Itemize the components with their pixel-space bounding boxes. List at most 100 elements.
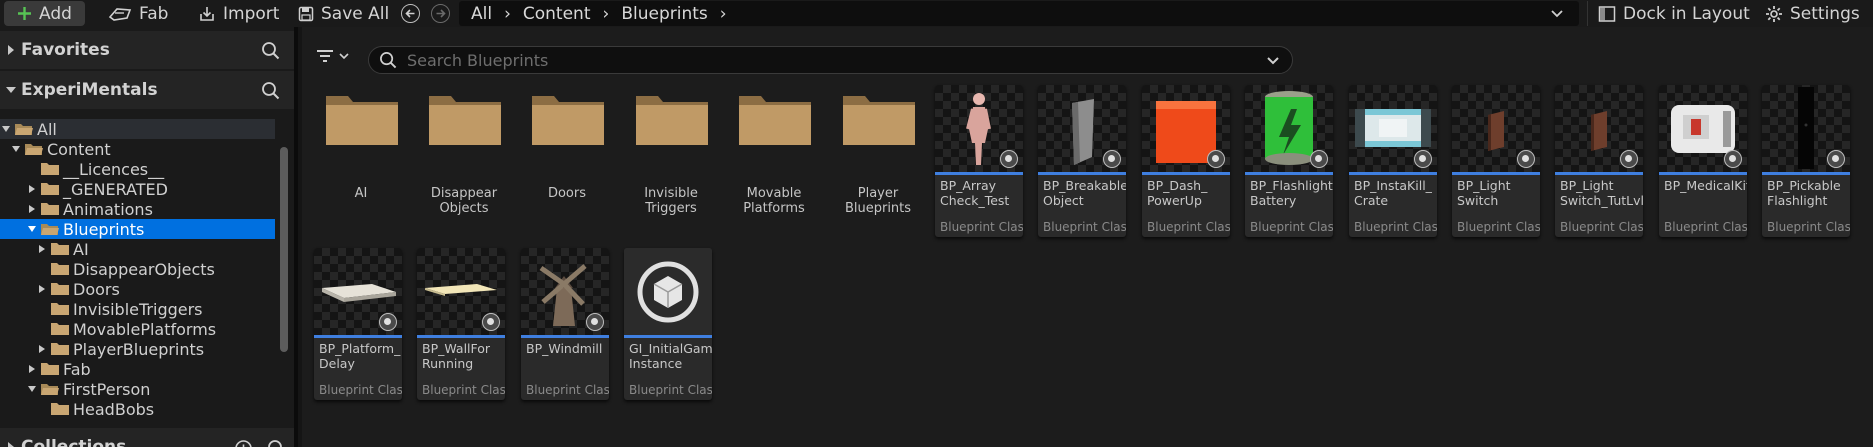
add-button[interactable]: Add xyxy=(4,1,85,26)
tree-item-label: Blueprints xyxy=(63,219,145,239)
breadcrumb-separator-icon[interactable]: › xyxy=(504,4,511,24)
tree-item-head-bobs[interactable]: HeadBobs xyxy=(0,399,275,419)
chevron-down-icon[interactable] xyxy=(1266,55,1280,67)
asset-name: GI_InitialGame Instance xyxy=(629,341,712,371)
folder-tile-invisible-triggers[interactable]: Invisible Triggers xyxy=(627,83,715,233)
search-icon[interactable] xyxy=(267,439,286,447)
asset-type: Blueprint Class xyxy=(940,220,1023,234)
folder-icon xyxy=(41,203,59,215)
tree-item-player-blueprints[interactable]: PlayerBlueprints xyxy=(0,339,275,359)
chevron-down-icon[interactable] xyxy=(1,85,21,95)
tree-scrollbar[interactable] xyxy=(278,119,290,425)
asset-type: Blueprint Class xyxy=(1147,220,1230,234)
asset-tile-wall-for-running[interactable]: BP_WallFor Running Blueprint Class xyxy=(417,248,505,400)
asset-tile-medical-kit[interactable]: BP_MedicalKit Blueprint Class xyxy=(1659,85,1747,237)
chevron-down-icon[interactable] xyxy=(26,223,38,235)
asset-type: Blueprint Class xyxy=(1664,220,1747,234)
tree-item-animations[interactable]: Animations xyxy=(0,199,275,219)
tree-item-blueprints[interactable]: Blueprints xyxy=(0,219,275,239)
tree-item-label: PlayerBlueprints xyxy=(73,339,205,359)
folder-icon xyxy=(636,96,708,145)
tree-item-disappear-objects[interactable]: DisappearObjects xyxy=(0,259,275,279)
chevron-down-icon[interactable] xyxy=(26,383,38,395)
import-button[interactable]: Import xyxy=(190,1,287,26)
blueprint-badge-icon xyxy=(1310,150,1328,168)
project-label: ExperiMentals xyxy=(21,80,158,100)
save-all-label: Save All xyxy=(321,3,390,24)
tree-item-ai[interactable]: AI xyxy=(0,239,275,259)
search-input[interactable] xyxy=(407,50,1227,70)
tree-item-label: InvisibleTriggers xyxy=(73,299,203,319)
breadcrumb-item-blueprints[interactable]: Blueprints xyxy=(621,4,707,24)
chevron-right-icon[interactable] xyxy=(36,243,48,255)
search-icon[interactable] xyxy=(261,81,280,100)
folder-label: Player Blueprints xyxy=(844,186,912,216)
save-all-button[interactable]: Save All xyxy=(290,1,397,26)
asset-tile-initial-game-instance[interactable]: GI_InitialGame Instance Blueprint Class xyxy=(624,248,712,400)
tree-item-all[interactable]: All xyxy=(0,119,275,139)
search-icon xyxy=(380,52,397,69)
asset-tile-instakill-crate[interactable]: BP_InstaKill_ Crate Blueprint Class xyxy=(1349,85,1437,237)
chevron-down-icon[interactable] xyxy=(0,123,12,135)
collections-section-header[interactable]: Collections xyxy=(0,428,294,447)
folder-icon xyxy=(41,163,59,175)
chevron-right-icon[interactable] xyxy=(1,441,21,447)
folder-icon xyxy=(51,323,69,335)
breadcrumb-separator-icon[interactable]: › xyxy=(603,4,610,24)
folder-tile-ai[interactable]: AI xyxy=(317,83,405,233)
folder-tile-disappear-objects[interactable]: Disappear Objects xyxy=(420,83,508,233)
asset-tile-flashlight-battery[interactable]: BP_Flashlight Battery Blueprint Class xyxy=(1245,85,1333,237)
chevron-down-icon xyxy=(339,53,349,60)
history-forward-button[interactable] xyxy=(431,4,450,23)
tree-item-generated[interactable]: _GENERATED xyxy=(0,179,275,199)
asset-tile-breakable-object[interactable]: BP_Breakable Object Blueprint Class xyxy=(1038,85,1126,237)
asset-name: BP_Windmill xyxy=(526,341,603,356)
search-icon[interactable] xyxy=(261,41,280,60)
folder-tile-doors[interactable]: Doors xyxy=(523,83,611,233)
asset-tile-array-check-test[interactable]: BP_Array Check_Test Blueprint Class xyxy=(935,85,1023,237)
search-field[interactable] xyxy=(368,46,1293,74)
breadcrumb-item-content[interactable]: Content xyxy=(523,4,591,24)
folder-icon xyxy=(51,403,69,415)
scrollbar-thumb[interactable] xyxy=(280,147,288,352)
chevron-right-icon[interactable] xyxy=(36,283,48,295)
folder-tile-player-blueprints[interactable]: Player Blueprints xyxy=(834,83,922,233)
chevron-right-icon[interactable] xyxy=(26,183,38,195)
chevron-right-icon[interactable] xyxy=(26,203,38,215)
favorites-section-header[interactable]: Favorites xyxy=(0,31,294,69)
tree-item-invisible-triggers[interactable]: InvisibleTriggers xyxy=(0,299,275,319)
tree-item-content[interactable]: Content xyxy=(0,139,275,159)
tree-item-movable-platforms[interactable]: MovablePlatforms xyxy=(0,319,275,339)
fab-icon xyxy=(108,7,132,21)
asset-type: Blueprint Class xyxy=(1043,220,1126,234)
asset-tile-light-switch[interactable]: BP_Light Switch Blueprint Class xyxy=(1452,85,1540,237)
fab-button[interactable]: Fab xyxy=(100,1,176,26)
asset-tile-windmill[interactable]: BP_Windmill Blueprint Class xyxy=(521,248,609,400)
tree-item-licences[interactable]: __Licences__ xyxy=(0,159,275,179)
folder-icon xyxy=(532,96,604,145)
asset-tile-platform-delay[interactable]: BP_Platform_ Delay Blueprint Class xyxy=(314,248,402,400)
tree-item-doors[interactable]: Doors xyxy=(0,279,275,299)
tree-item-fab[interactable]: Fab xyxy=(0,359,275,379)
settings-button[interactable]: Settings xyxy=(1757,1,1868,26)
breadcrumb-separator-icon[interactable]: › xyxy=(720,4,727,24)
asset-tile-dash-powerup[interactable]: BP_Dash_ PowerUp Blueprint Class xyxy=(1142,85,1230,237)
chevron-right-icon[interactable] xyxy=(1,44,21,56)
breadcrumb-item-all[interactable]: All xyxy=(471,4,492,24)
asset-tile-pickable-flashlight[interactable]: BP_Pickable Flashlight Blueprint Class xyxy=(1762,85,1850,237)
add-collection-icon[interactable] xyxy=(234,439,253,447)
chevron-right-icon[interactable] xyxy=(36,343,48,355)
chevron-right-icon[interactable] xyxy=(26,363,38,375)
history-back-button[interactable] xyxy=(401,4,420,23)
tree-item-first-person[interactable]: FirstPerson xyxy=(0,379,275,399)
dock-in-layout-button[interactable]: Dock in Layout xyxy=(1587,1,1758,26)
project-section-header[interactable]: ExperiMentals xyxy=(0,71,294,109)
chevron-down-icon[interactable] xyxy=(1549,5,1565,21)
folder-tile-movable-platforms[interactable]: Movable Platforms xyxy=(730,83,818,233)
folder-icon xyxy=(51,283,69,295)
asset-type: Blueprint Class xyxy=(319,383,402,397)
asset-tile-light-switch-tutlvl1[interactable]: BP_Light Switch_TutLvl1 Blueprint Class xyxy=(1555,85,1643,237)
fab-label: Fab xyxy=(139,3,169,24)
filter-button[interactable] xyxy=(316,49,350,63)
chevron-down-icon[interactable] xyxy=(10,143,22,155)
